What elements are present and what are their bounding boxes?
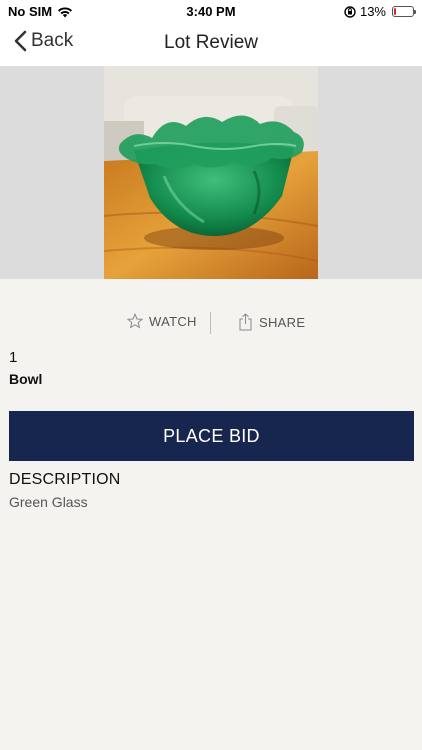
place-bid-button[interactable]: PLACE BID: [9, 411, 414, 461]
lot-title: Bowl: [9, 371, 43, 387]
status-right: 13%: [344, 4, 416, 19]
share-icon: [239, 313, 252, 331]
orientation-lock-icon: [344, 5, 356, 18]
description-text: Green Glass: [9, 494, 88, 510]
battery-icon: [392, 6, 416, 17]
status-bar: No SIM 3:40 PM 13%: [0, 0, 422, 22]
battery-percent: 13%: [359, 4, 386, 19]
navigation-bar: Back Lot Review: [0, 22, 422, 66]
battery-level: [394, 8, 396, 15]
watch-button[interactable]: WATCH: [127, 313, 197, 329]
page-title: Lot Review: [164, 32, 258, 53]
green-glass-bowl-photo: [104, 66, 318, 279]
lot-actions: WATCH SHARE: [0, 310, 422, 336]
star-icon: [127, 313, 143, 329]
share-label: SHARE: [259, 314, 306, 330]
lot-image-area: [0, 66, 422, 279]
lot-number: 1: [9, 349, 18, 366]
watch-label: WATCH: [149, 313, 197, 329]
lot-photo[interactable]: [104, 66, 318, 279]
share-button[interactable]: SHARE: [238, 313, 305, 331]
description-heading: DESCRIPTION: [9, 471, 121, 488]
action-divider: [210, 312, 211, 334]
